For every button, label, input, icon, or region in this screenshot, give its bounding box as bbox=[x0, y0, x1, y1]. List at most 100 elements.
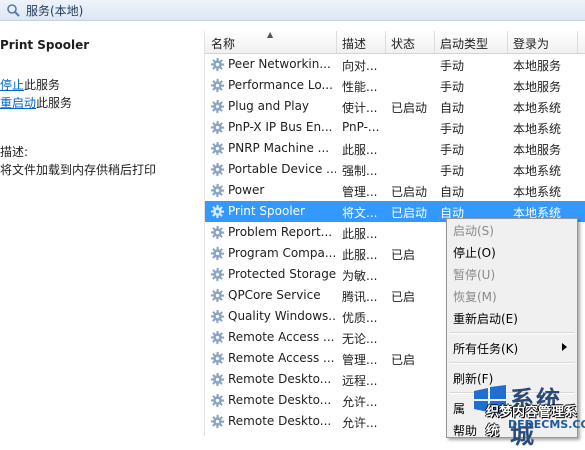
gear-icon bbox=[210, 414, 225, 429]
menu-item-resume-label: 恢复(M) bbox=[453, 290, 497, 304]
gear-icon bbox=[210, 246, 225, 261]
service-startup-type-cell: 自动 bbox=[440, 185, 465, 199]
service-logon-cell: 本地服务 bbox=[513, 80, 562, 94]
service-status-cell: 已启动 bbox=[391, 101, 428, 115]
gear-icon bbox=[210, 267, 225, 282]
service-name-cell: Problem Report... bbox=[228, 225, 333, 239]
gear-icon bbox=[210, 225, 225, 240]
service-description-cell: PnP-... bbox=[342, 120, 380, 134]
menu-item-pause-label: 暂停(U) bbox=[453, 268, 496, 282]
service-description-cell: 将文... bbox=[342, 206, 378, 220]
table-row[interactable]: Peer Networkin... 向对... 手动 本地服务 bbox=[205, 54, 585, 75]
service-description-cell: 远程... bbox=[342, 374, 378, 388]
column-divider[interactable] bbox=[385, 31, 386, 53]
service-name-cell: Portable Device ... bbox=[228, 162, 336, 176]
column-header-description[interactable]: 描述 bbox=[342, 35, 366, 52]
service-description-cell: 性能... bbox=[342, 80, 378, 94]
gear-icon bbox=[210, 309, 225, 324]
restart-service-suffix: 此服务 bbox=[36, 96, 73, 110]
column-header-name[interactable]: 名称 bbox=[211, 35, 235, 52]
menu-item-pause[interactable]: 暂停(U) bbox=[447, 263, 577, 285]
menu-item-resume[interactable]: 恢复(M) bbox=[447, 285, 577, 307]
gear-icon bbox=[210, 78, 225, 93]
gear-icon bbox=[210, 204, 225, 219]
service-name-cell: Performance Lo... bbox=[228, 78, 333, 92]
service-detail-pane: Print Spooler 停止此服务 重启动此服务 描述: 将文件加载到内存供… bbox=[0, 21, 198, 436]
service-name-cell: Program Compa... bbox=[228, 246, 336, 260]
column-header-logon-as[interactable]: 登录为 bbox=[513, 35, 549, 52]
table-row[interactable]: Plug and Play 使计... 已启动 自动 本地系统 bbox=[205, 96, 585, 117]
column-divider[interactable] bbox=[507, 31, 508, 53]
column-divider[interactable] bbox=[577, 31, 578, 53]
table-row[interactable]: PnP-X IP Bus En... PnP-... 手动 本地系统 bbox=[205, 117, 585, 138]
search-icon bbox=[7, 4, 20, 17]
service-logon-cell: 本地系统 bbox=[513, 164, 562, 178]
column-header-status[interactable]: 状态 bbox=[391, 35, 415, 52]
service-name-cell: PNRP Machine ... bbox=[228, 141, 330, 155]
service-description-cell: 为敏... bbox=[342, 269, 378, 283]
table-row[interactable]: Power 管理... 已启动 自动 本地系统 bbox=[205, 180, 585, 201]
menu-separator bbox=[449, 362, 575, 364]
column-header-row: 名称 ▲ 描述 状态 启动类型 登录为 bbox=[205, 30, 585, 54]
service-description-cell: 此服... bbox=[342, 248, 378, 262]
menu-item-start-label: 启动(S) bbox=[453, 224, 494, 238]
gear-icon bbox=[210, 162, 225, 177]
menu-item-restart[interactable]: 重新启动(E) bbox=[447, 307, 577, 329]
service-name-cell: Print Spooler bbox=[228, 204, 305, 218]
service-logon-cell: 本地服务 bbox=[513, 143, 562, 157]
gear-icon bbox=[210, 288, 225, 303]
service-description-cell: 此服... bbox=[342, 227, 378, 241]
service-name-cell: Remote Access ... bbox=[228, 351, 335, 365]
gear-icon bbox=[210, 99, 225, 114]
description-label: 描述: bbox=[0, 145, 29, 159]
menu-separator bbox=[449, 332, 575, 334]
watermark-text-3: DEDECMS.COM bbox=[508, 418, 585, 431]
service-startup-type-cell: 手动 bbox=[440, 122, 465, 136]
selected-service-name: Print Spooler bbox=[0, 38, 90, 52]
service-name-cell: QPCore Service bbox=[228, 288, 321, 302]
service-logon-cell: 本地系统 bbox=[513, 101, 562, 115]
service-status-cell: 已启 bbox=[391, 290, 416, 304]
column-divider[interactable] bbox=[434, 31, 435, 53]
stop-service-suffix: 此服务 bbox=[24, 78, 61, 92]
stop-service-action: 停止此服务 bbox=[0, 76, 60, 93]
service-description-cell: 允许... bbox=[342, 395, 378, 409]
service-name-cell: Remote Access ... bbox=[228, 330, 335, 344]
service-logon-cell: 本地系统 bbox=[513, 185, 562, 199]
service-startup-type-cell: 手动 bbox=[440, 59, 465, 73]
service-name-cell: Remote Deskto... bbox=[228, 393, 332, 407]
table-row[interactable]: PNRP Machine ... 此服... 手动 本地服务 bbox=[205, 138, 585, 159]
service-status-cell: 已启动 bbox=[391, 185, 428, 199]
service-name-cell: Remote Deskto... bbox=[228, 372, 332, 386]
menu-item-start[interactable]: 启动(S) bbox=[447, 219, 577, 241]
stop-service-link[interactable]: 停止 bbox=[0, 78, 24, 92]
service-description-cell: 管理... bbox=[342, 353, 378, 367]
service-description-cell: 无论... bbox=[342, 332, 378, 346]
service-startup-type-cell: 手动 bbox=[440, 143, 465, 157]
menu-item-properties-label: 属 bbox=[453, 402, 466, 416]
service-name-cell: Remote Deskto... bbox=[228, 414, 332, 428]
gear-icon bbox=[210, 141, 225, 156]
menu-item-restart-label: 重新启动(E) bbox=[453, 312, 518, 326]
service-status-cell: 已启动 bbox=[391, 206, 428, 220]
column-header-startup-type[interactable]: 启动类型 bbox=[440, 35, 488, 52]
service-status-cell: 已启 bbox=[391, 353, 416, 367]
menu-item-all-tasks[interactable]: 所有任务(K) bbox=[447, 337, 577, 359]
menu-item-all-tasks-label: 所有任务(K) bbox=[453, 342, 519, 356]
service-name-cell: Plug and Play bbox=[228, 99, 310, 113]
service-description-cell: 使计... bbox=[342, 101, 378, 115]
service-description-cell: 强制... bbox=[342, 164, 378, 178]
restart-service-action: 重启动此服务 bbox=[0, 94, 72, 111]
service-name-cell: Quality Windows... bbox=[228, 309, 336, 323]
menu-item-stop[interactable]: 停止(O) bbox=[447, 241, 577, 263]
service-logon-cell: 本地服务 bbox=[513, 59, 562, 73]
column-divider[interactable] bbox=[336, 31, 337, 53]
service-status-cell: 已启 bbox=[391, 248, 416, 262]
service-name-cell: Peer Networkin... bbox=[228, 57, 331, 71]
table-row[interactable]: Performance Lo... 性能... 手动 本地服务 bbox=[205, 75, 585, 96]
table-row[interactable]: Portable Device ... 强制... 手动 本地系统 bbox=[205, 159, 585, 180]
gear-icon bbox=[210, 330, 225, 345]
service-startup-type-cell: 手动 bbox=[440, 80, 465, 94]
restart-service-link[interactable]: 重启动 bbox=[0, 96, 36, 110]
service-name-cell: Protected Storage bbox=[228, 267, 336, 281]
